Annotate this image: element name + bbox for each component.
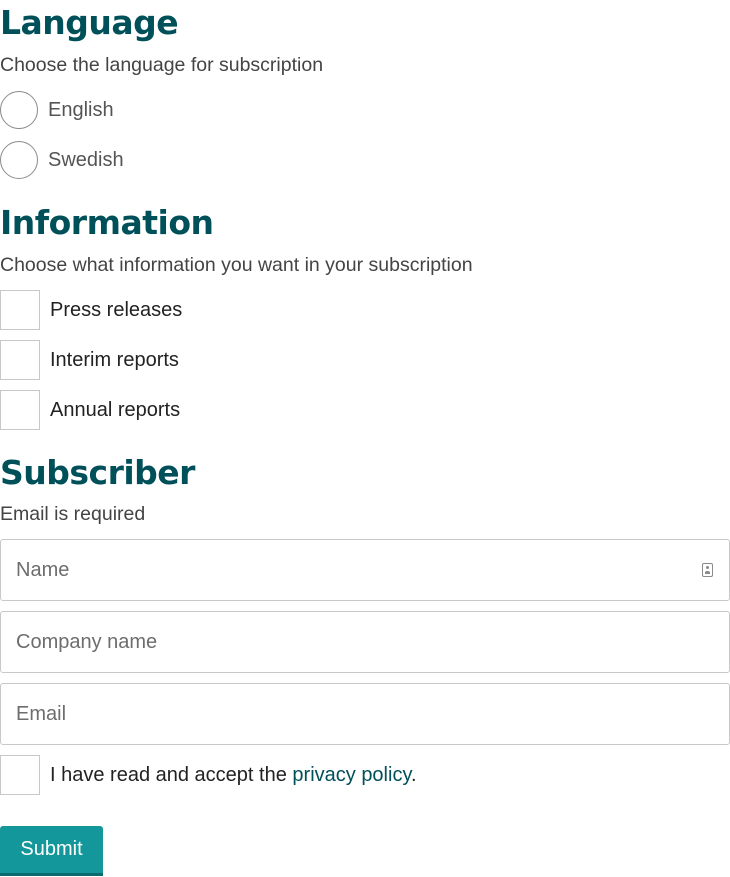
subscriber-description: Email is required: [0, 503, 146, 525]
submit-button[interactable]: Submit: [0, 826, 103, 876]
email-field: [0, 683, 730, 745]
company-field: [0, 611, 730, 673]
checkbox-option-annual-reports[interactable]: Annual reports: [0, 390, 180, 430]
name-field: [0, 539, 730, 601]
privacy-policy-link[interactable]: privacy policy: [292, 764, 411, 786]
privacy-consent-checkbox[interactable]: [0, 755, 40, 795]
subscriber-heading: Subscriber: [0, 453, 195, 492]
information-heading: Information: [0, 203, 214, 242]
checkbox-option-interim-reports[interactable]: Interim reports: [0, 340, 179, 380]
english-radio[interactable]: [0, 91, 38, 129]
swedish-radio[interactable]: [0, 141, 38, 179]
press-releases-checkbox[interactable]: [0, 290, 40, 330]
radio-option-swedish[interactable]: Swedish: [0, 140, 124, 180]
language-description: Choose the language for subscription: [0, 54, 324, 76]
consent-text: I have read and accept the privacy polic…: [50, 764, 417, 787]
company-name-input[interactable]: [1, 612, 641, 672]
checkbox-option-press-releases[interactable]: Press releases: [0, 290, 182, 330]
consent-text-prefix: I have read and accept the: [50, 763, 293, 786]
consent-text-suffix: .: [410, 763, 417, 786]
email-input[interactable]: [1, 684, 641, 744]
english-label: English: [48, 99, 114, 121]
information-description: Choose what information you want in your…: [0, 254, 473, 276]
annual-reports-checkbox[interactable]: [0, 390, 40, 430]
radio-option-english[interactable]: English: [0, 90, 114, 130]
name-input[interactable]: [1, 540, 641, 600]
contact-card-icon[interactable]: [702, 563, 713, 577]
swedish-label: Swedish: [48, 149, 124, 171]
privacy-consent: I have read and accept the privacy polic…: [0, 755, 417, 795]
interim-reports-label: Interim reports: [50, 349, 179, 371]
annual-reports-label: Annual reports: [50, 399, 181, 421]
language-heading: Language: [0, 3, 179, 42]
interim-reports-checkbox[interactable]: [0, 340, 40, 380]
press-releases-label: Press releases: [50, 299, 183, 321]
